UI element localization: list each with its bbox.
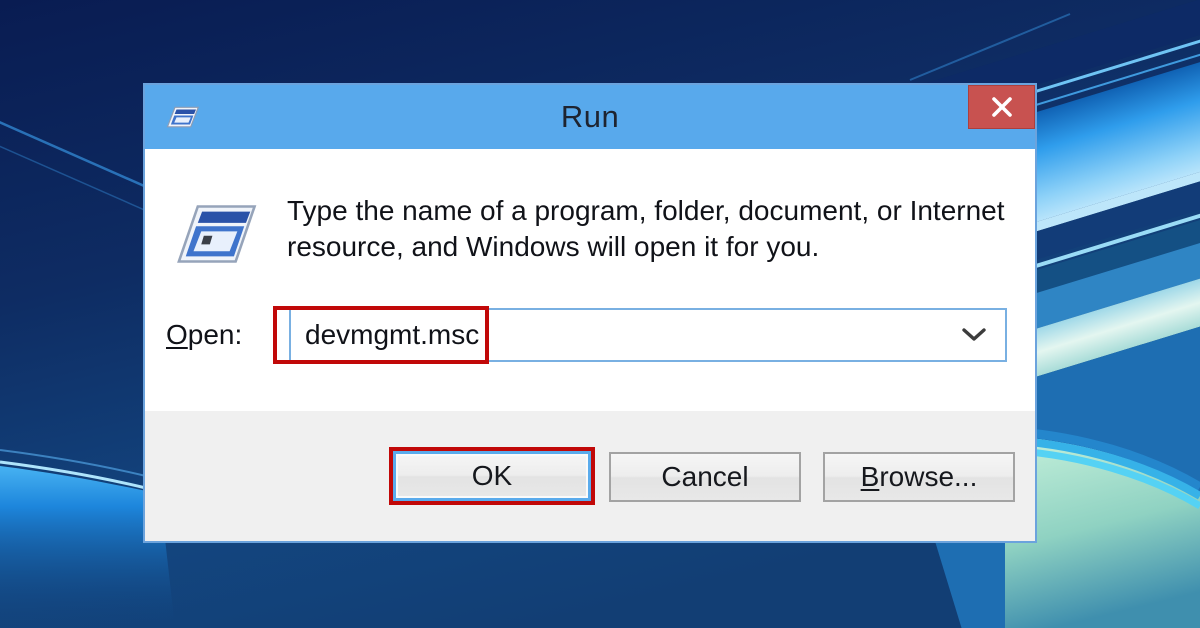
chevron-down-icon	[962, 328, 986, 342]
open-label: Open:	[166, 308, 242, 362]
open-label-accesskey: O	[166, 319, 188, 351]
open-input[interactable]	[291, 310, 945, 360]
browse-button[interactable]: Browse...	[823, 452, 1015, 502]
combobox-dropdown-button[interactable]	[943, 310, 1005, 360]
desktop: Run Type the name of a program, folder, …	[0, 0, 1200, 628]
close-x-icon	[989, 94, 1015, 120]
cancel-button[interactable]: Cancel	[609, 452, 801, 502]
close-button[interactable]	[968, 85, 1035, 129]
annotation-box-ok: OK	[389, 447, 595, 505]
dialog-body: Type the name of a program, folder, docu…	[145, 149, 1035, 411]
run-app-icon-large	[172, 195, 258, 273]
browse-label-accesskey: B	[861, 461, 880, 493]
run-dialog: Run Type the name of a program, folder, …	[143, 83, 1037, 543]
description-line-2: resource, and Windows will open it for y…	[287, 229, 1005, 265]
browse-label-rest: rowse...	[879, 461, 977, 493]
description-line-1: Type the name of a program, folder, docu…	[287, 193, 1005, 229]
open-label-rest: pen:	[188, 319, 243, 351]
window-title: Run	[561, 99, 619, 135]
run-app-icon[interactable]	[161, 102, 201, 132]
titlebar[interactable]: Run	[145, 85, 1035, 149]
open-combobox[interactable]	[289, 308, 1007, 362]
dialog-footer: OK Cancel Browse...	[145, 411, 1035, 541]
ok-button[interactable]: OK	[393, 451, 591, 501]
dialog-description: Type the name of a program, folder, docu…	[287, 193, 1005, 265]
